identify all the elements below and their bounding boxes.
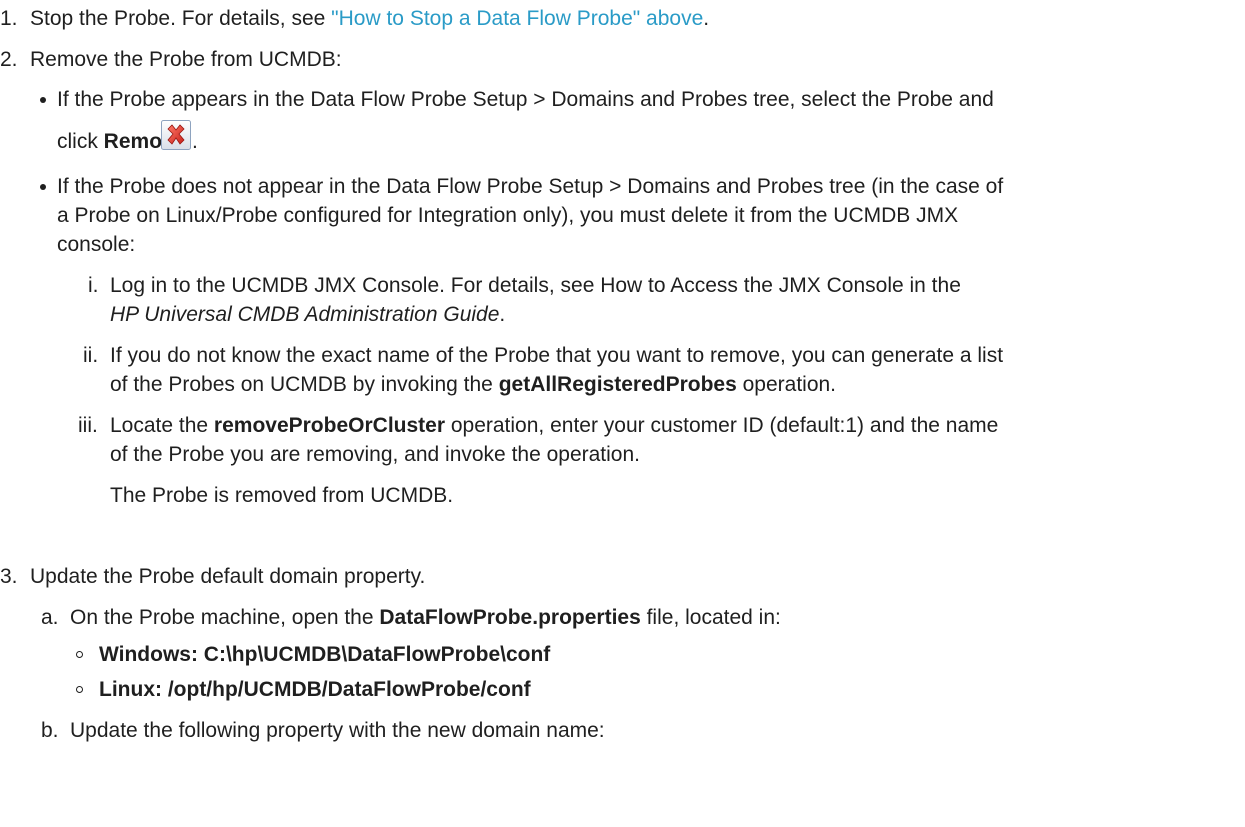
windows-path-text: Windows: C:\hp\UCMDB\DataFlowProbe\conf	[99, 643, 551, 666]
linux-path: Linux: /opt/hp/UCMDB/DataFlowProbe/conf	[99, 677, 531, 703]
sub-b-number: b.	[41, 719, 59, 742]
sub-ii-line-1: If you do not know the exact name of the…	[110, 344, 1004, 367]
remove-probe-or-cluster: removeProbeOrCluster	[213, 414, 446, 437]
stop-probe-link[interactable]: "How to Stop a Data Flow Probe" above	[331, 7, 703, 30]
sub-iii-line-1: Locate the removeProbeOrCluster operatio…	[110, 413, 998, 439]
bullet-ring	[76, 651, 83, 658]
sub-ii-post: operation.	[736, 373, 837, 396]
step-1-text: Stop the Probe. For details, see "How to…	[30, 6, 709, 32]
bullet-1-line-1: If the Probe appears in the Data Flow Pr…	[57, 88, 994, 111]
step-1-pre: Stop the Probe. For details, see	[30, 7, 332, 30]
bullet-2-line-3: console:	[57, 233, 136, 256]
sub-ii-pre: of the Probes on UCMDB by invoking the	[110, 373, 499, 396]
step-2-number: 2.	[0, 48, 18, 71]
sub-iii-post: operation, enter your customer ID (defau…	[445, 414, 999, 437]
sub-b-text: Update the following property with the n…	[70, 719, 605, 742]
sub-a-post: file, located in:	[640, 606, 781, 629]
properties-file-name: DataFlowProbe.properties	[379, 606, 641, 629]
sub-a-line: On the Probe machine, open the DataFlowP…	[70, 605, 781, 631]
windows-path: Windows: C:\hp\UCMDB\DataFlowProbe\conf	[99, 642, 550, 668]
bullet-ring	[76, 686, 83, 693]
sub-i-line-2: HP Universal CMDB Administration Guide.	[110, 302, 505, 328]
linux-path-text: Linux: /opt/hp/UCMDB/DataFlowProbe/conf	[99, 678, 531, 701]
sub-a-pre: On the Probe machine, open the	[70, 606, 380, 629]
bullet-2-line-1: If the Probe does not appear in the Data…	[57, 175, 1004, 198]
sub-i-line-1: Log in to the UCMDB JMX Console. For det…	[110, 274, 961, 297]
sub-i-number: i.	[88, 274, 99, 297]
get-all-registered-probes: getAllRegisteredProbes	[498, 373, 737, 396]
sub-ii-number: ii.	[83, 344, 99, 367]
sub-a-number: a.	[41, 606, 59, 629]
sub-iii-pre: Locate the	[110, 414, 214, 437]
sub-i-period: .	[499, 303, 506, 326]
remove-icon[interactable]	[161, 120, 191, 150]
admin-guide-title: HP Universal CMDB Administration Guide	[110, 303, 500, 326]
sub-iii-line-2: of the Probe you are removing, and invok…	[110, 443, 641, 466]
bullet-2-line-2: a Probe on Linux/Probe configured for In…	[57, 204, 959, 227]
step-2-text: Remove the Probe from UCMDB:	[30, 48, 342, 71]
sub-ii-line-2: of the Probes on UCMDB by invoking the g…	[110, 372, 836, 398]
sub-iii-line-3: The Probe is removed from UCMDB.	[110, 484, 454, 507]
bullet-dot	[40, 97, 46, 103]
bullet-1-click: click	[57, 130, 104, 153]
step-3-text: Update the Probe default domain property…	[30, 565, 426, 588]
step-3-number: 3.	[0, 565, 18, 588]
bullet-1-period: .	[192, 130, 198, 153]
step-1-post: .	[703, 7, 710, 30]
sub-iii-number: iii.	[78, 414, 98, 437]
step-1-number: 1.	[0, 7, 18, 30]
bullet-dot	[40, 184, 46, 190]
